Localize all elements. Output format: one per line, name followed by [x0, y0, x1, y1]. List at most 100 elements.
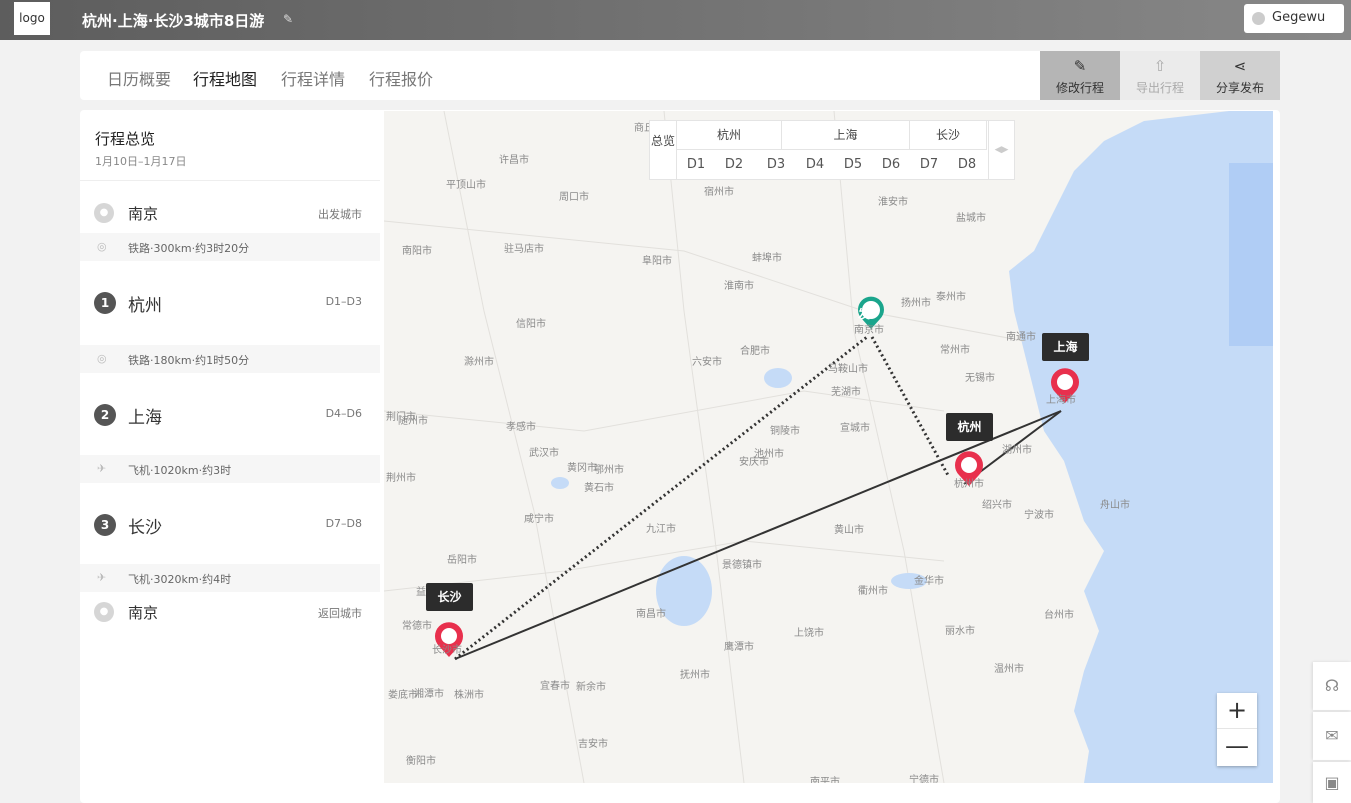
trip-overview-sidebar: 行程总览 1月10日–1月17日 ● 南京 出发城市 ◎ 铁路·300km·约3… — [80, 110, 380, 803]
logo[interactable]: logo — [14, 2, 50, 35]
map-city-label: 鄂州市 — [594, 465, 624, 476]
map-city-label: 南昌市 — [636, 609, 666, 620]
map-city-label: 阜阳市 — [642, 256, 672, 267]
map-city-label: 杭州市 — [954, 479, 984, 490]
tab-calendar-overview[interactable]: 日历概要 — [107, 66, 171, 90]
share-publish-button[interactable]: ⋖ 分享发布 — [1200, 51, 1280, 100]
daybar-city-hangzhou[interactable]: 杭州 — [677, 121, 782, 150]
message-icon: ✉ — [1325, 726, 1339, 745]
end-city-row[interactable]: ● 南京 返回城市 — [80, 592, 380, 632]
day-tab[interactable]: D7 — [910, 150, 948, 179]
stop-days: D1–D3 — [325, 295, 362, 308]
tag-shanghai[interactable]: 上海 — [1042, 333, 1089, 361]
export-trip-button[interactable]: ⇧ 导出行程 — [1120, 51, 1200, 100]
tab-trip-map[interactable]: 行程地图 — [193, 66, 257, 90]
map-city-label: 盐城市 — [956, 213, 986, 224]
map-city-label: 南平市 — [810, 777, 840, 783]
headset-icon: ☊ — [1324, 676, 1340, 695]
share-icon: ⋖ — [1233, 57, 1247, 75]
map-city-label: 合肥市 — [740, 346, 770, 357]
map-city-label: 平顶山市 — [446, 180, 486, 191]
map-city-label: 鹰潭市 — [724, 642, 754, 653]
day-tab[interactable]: D2 — [715, 150, 753, 179]
map-city-label: 许昌市 — [499, 155, 529, 166]
tag-hangzhou[interactable]: 杭州 — [946, 413, 993, 441]
start-marker-label: 发 — [858, 307, 871, 321]
stop-number-badge: 2 — [94, 404, 116, 426]
zoom-out-button[interactable]: — — [1217, 729, 1257, 765]
edit-trip-button[interactable]: ✎ 修改行程 — [1040, 51, 1120, 100]
map-city-label: 淮南市 — [724, 281, 754, 292]
edit-title-icon[interactable]: ✎ — [283, 12, 297, 26]
transport-leg: ◎ 铁路·180km·约1时50分 — [80, 345, 380, 373]
map-city-label: 驻马店市 — [504, 244, 544, 255]
map-city-label: 南通市 — [1006, 332, 1036, 343]
map-city-label: 荆门市 — [386, 412, 416, 423]
map-city-label: 南阳市 — [402, 246, 432, 257]
map-city-label: 长沙市 — [432, 645, 462, 656]
day-tab[interactable]: D6 — [872, 150, 910, 179]
day-tab[interactable]: D4 — [796, 150, 834, 179]
map-city-label: 信阳市 — [516, 319, 546, 330]
map-city-label: 景德镇市 — [722, 560, 762, 571]
start-city-meta: 出发城市 — [318, 208, 362, 221]
end-city-meta: 返回城市 — [318, 607, 362, 620]
map-city-label: 咸宁市 — [524, 514, 554, 525]
map-city-label: 湘潭市 — [414, 689, 444, 700]
user-avatar-icon — [1252, 12, 1265, 25]
day-tab[interactable]: D8 — [948, 150, 986, 179]
app-icon: ▣ — [1324, 773, 1340, 792]
stop-row-hangzhou[interactable]: 1 杭州 D1–D3 — [80, 282, 380, 322]
share-publish-label: 分享发布 — [1215, 81, 1264, 95]
map-city-label: 池州市 — [754, 449, 784, 460]
stop-number-badge: 1 — [94, 292, 116, 314]
trip-map[interactable]: 发 商丘市许昌市周口市宿州市平顶山市淮安市盐城市驻马店市蚌埠市阜阳市扬州市泰州市… — [384, 111, 1273, 783]
transport-leg-text: 铁路·180km·约1时50分 — [128, 354, 250, 367]
tab-trip-details[interactable]: 行程详情 — [281, 66, 345, 90]
day-tab[interactable]: D1 — [677, 150, 715, 179]
tab-trip-quote[interactable]: 行程报价 — [369, 66, 433, 90]
customer-service-button[interactable]: ☊ — [1313, 662, 1351, 710]
end-city-name: 南京 — [128, 604, 159, 622]
map-city-label: 舟山市 — [1100, 500, 1130, 511]
map-city-label: 荆州市 — [386, 473, 416, 484]
map-city-label: 株洲市 — [454, 690, 484, 701]
zoom-in-button[interactable]: + — [1217, 693, 1257, 729]
map-city-label: 宁波市 — [1024, 510, 1054, 521]
location-pin-icon: ● — [94, 203, 114, 223]
daybar-scroll-arrows-icon[interactable]: ◀▶ — [988, 121, 1014, 179]
day-tab[interactable]: D3 — [756, 150, 796, 179]
map-city-label: 扬州市 — [901, 298, 931, 309]
daybar-city-shanghai[interactable]: 上海 — [782, 121, 910, 150]
transport-leg: ✈ 飞机·1020km·约3时 — [80, 455, 380, 483]
message-button[interactable]: ✉ — [1313, 712, 1351, 760]
daybar-city-changsha[interactable]: 长沙 — [910, 121, 987, 150]
map-city-label: 周口市 — [559, 192, 589, 203]
user-name: Gegewu — [1272, 10, 1326, 25]
sea-highlight — [1229, 163, 1273, 346]
plane-icon: ✈ — [97, 571, 107, 584]
overview-dates: 1月10日–1月17日 — [95, 155, 187, 168]
upload-icon: ⇧ — [1153, 57, 1167, 75]
stop-days: D7–D8 — [325, 517, 362, 530]
map-city-label: 九江市 — [646, 524, 676, 535]
transport-leg: ✈ 飞机·3020km·约4时 — [80, 564, 380, 592]
user-menu-button[interactable]: Gegewu — [1244, 4, 1344, 33]
map-city-label: 孝感市 — [506, 422, 536, 433]
app-download-button[interactable]: ▣ — [1313, 762, 1351, 803]
map-city-label: 抚州市 — [680, 670, 710, 681]
location-pin-icon: ● — [94, 602, 114, 622]
map-city-label: 台州市 — [1044, 610, 1074, 621]
start-city-row[interactable]: ● 南京 出发城市 — [80, 193, 380, 233]
map-city-label: 上饶市 — [794, 628, 824, 639]
tag-changsha[interactable]: 长沙 — [426, 583, 473, 611]
edit-trip-label: 修改行程 — [1055, 81, 1104, 95]
map-city-label: 衡阳市 — [406, 756, 436, 767]
map-city-label: 上海市 — [1046, 395, 1076, 406]
stop-row-changsha[interactable]: 3 长沙 D7–D8 — [80, 504, 380, 544]
day-tab[interactable]: D5 — [834, 150, 872, 179]
overview-title: 行程总览 — [95, 130, 156, 148]
stop-row-shanghai[interactable]: 2 上海 D4–D6 — [80, 394, 380, 434]
overview-toggle[interactable]: 总览 — [650, 121, 677, 179]
train-icon: ◎ — [97, 352, 107, 365]
